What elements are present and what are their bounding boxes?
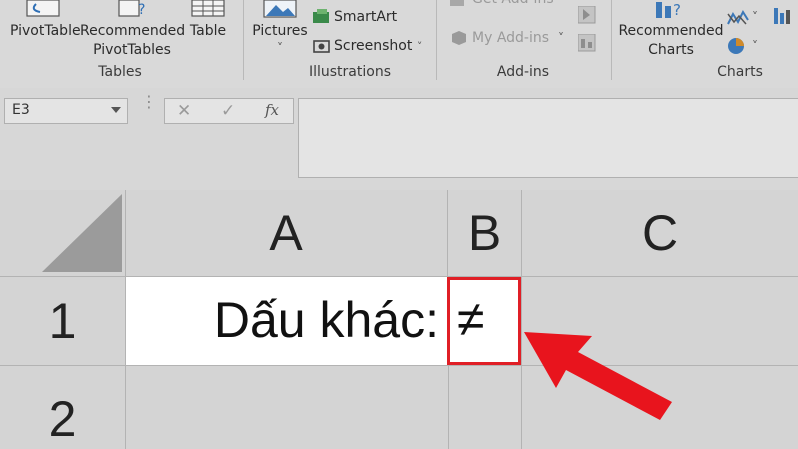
red-arrow-icon: [524, 332, 672, 420]
column-header-b[interactable]: B: [448, 190, 522, 276]
recommended-charts-icon: ?: [656, 1, 681, 19]
column-header-a[interactable]: A: [125, 190, 448, 276]
pictures-label: Pictures: [252, 23, 308, 39]
pictures-dropdown-icon: ˅: [277, 41, 283, 55]
select-all-triangle-icon: [42, 194, 122, 272]
bar-chart-icon[interactable]: [772, 4, 794, 26]
recommended-charts-label-1: Recommended: [618, 23, 724, 39]
tables-group-label: Tables: [98, 64, 142, 80]
pivottable-button[interactable]: PivotTable: [10, 22, 81, 41]
insert-function-icon[interactable]: fx: [265, 101, 279, 119]
table-button[interactable]: Table: [186, 22, 230, 41]
my-addins-button[interactable]: My Add-ins: [472, 29, 549, 48]
screenshot-button[interactable]: Screenshot ˅: [334, 37, 422, 56]
cancel-icon[interactable]: ✕: [177, 101, 191, 121]
worksheet-grid: A B C 1 2 Dấu khác: ≠: [0, 190, 798, 449]
line-chart-dropdown-icon[interactable]: ˅: [752, 8, 758, 27]
recommended-pivottables-button[interactable]: Recommended PivotTables: [80, 22, 186, 60]
charts-group-label: Charts: [717, 64, 763, 80]
cell-b2[interactable]: [449, 366, 521, 449]
cell-a1-text: Dấu khác:: [213, 292, 439, 348]
line-chart-icon[interactable]: [726, 8, 750, 28]
cell-b1-text: ≠: [457, 291, 485, 347]
store-icon: [450, 0, 464, 6]
ribbon-separator: [243, 0, 244, 80]
ribbon-separator: [436, 0, 437, 80]
enter-icon[interactable]: ✓: [221, 101, 235, 121]
select-all-button[interactable]: [0, 190, 125, 276]
people-graph-icon[interactable]: [578, 34, 596, 52]
smartart-button[interactable]: SmartArt: [334, 8, 397, 27]
formula-input[interactable]: [298, 98, 798, 178]
pie-chart-icon[interactable]: [726, 36, 748, 56]
addins-group-label: Add-ins: [496, 64, 550, 80]
pictures-button[interactable]: Pictures ˅: [250, 22, 310, 55]
my-addins-dropdown-icon[interactable]: ˅: [558, 29, 564, 48]
pie-chart-dropdown-icon[interactable]: ˅: [752, 37, 758, 56]
recommended-charts-button[interactable]: Recommended Charts: [616, 22, 726, 60]
name-box-dropdown-icon[interactable]: [111, 107, 121, 113]
formula-buttons: ✕ ✓ fx: [164, 98, 294, 124]
formula-bar: E3 ⋮ ✕ ✓ fx: [0, 88, 798, 190]
screenshot-icon: [313, 40, 330, 53]
recommended-charts-label-2: Charts: [648, 42, 694, 58]
recommended-pivottables-label-1: Recommended: [80, 23, 186, 39]
cell-a2[interactable]: [126, 366, 448, 449]
recommended-pivottables-icon: ?: [118, 0, 145, 18]
cell-b1-highlighted[interactable]: ≠: [447, 277, 521, 365]
ribbon: PivotTable ? Recommended PivotTables Tab…: [0, 0, 798, 88]
screenshot-label: Screenshot: [334, 38, 413, 54]
svg-text:?: ?: [138, 2, 145, 18]
recommended-pivottables-label-2: PivotTables: [93, 42, 171, 58]
svg-text:?: ?: [673, 1, 681, 19]
smartart-icon: [313, 9, 329, 23]
column-header-c[interactable]: C: [522, 190, 798, 276]
ribbon-separator: [611, 0, 612, 80]
table-icon: [191, 0, 225, 17]
screenshot-dropdown-icon: ˅: [416, 40, 423, 53]
illustrations-group-label: Illustrations: [308, 64, 391, 80]
bing-maps-icon[interactable]: [578, 6, 596, 24]
row-header-1[interactable]: 1: [0, 277, 125, 366]
my-addins-icon: [452, 31, 466, 45]
name-box[interactable]: E3: [4, 98, 128, 124]
get-addins-button[interactable]: Get Add-ins: [472, 0, 554, 9]
pivottable-icon: [26, 0, 60, 17]
formula-bar-grip-icon[interactable]: ⋮: [141, 94, 157, 110]
pictures-icon: [263, 0, 297, 18]
cell-a1[interactable]: Dấu khác:: [126, 277, 449, 365]
name-box-value: E3: [12, 102, 30, 118]
row-header-2[interactable]: 2: [0, 366, 125, 449]
